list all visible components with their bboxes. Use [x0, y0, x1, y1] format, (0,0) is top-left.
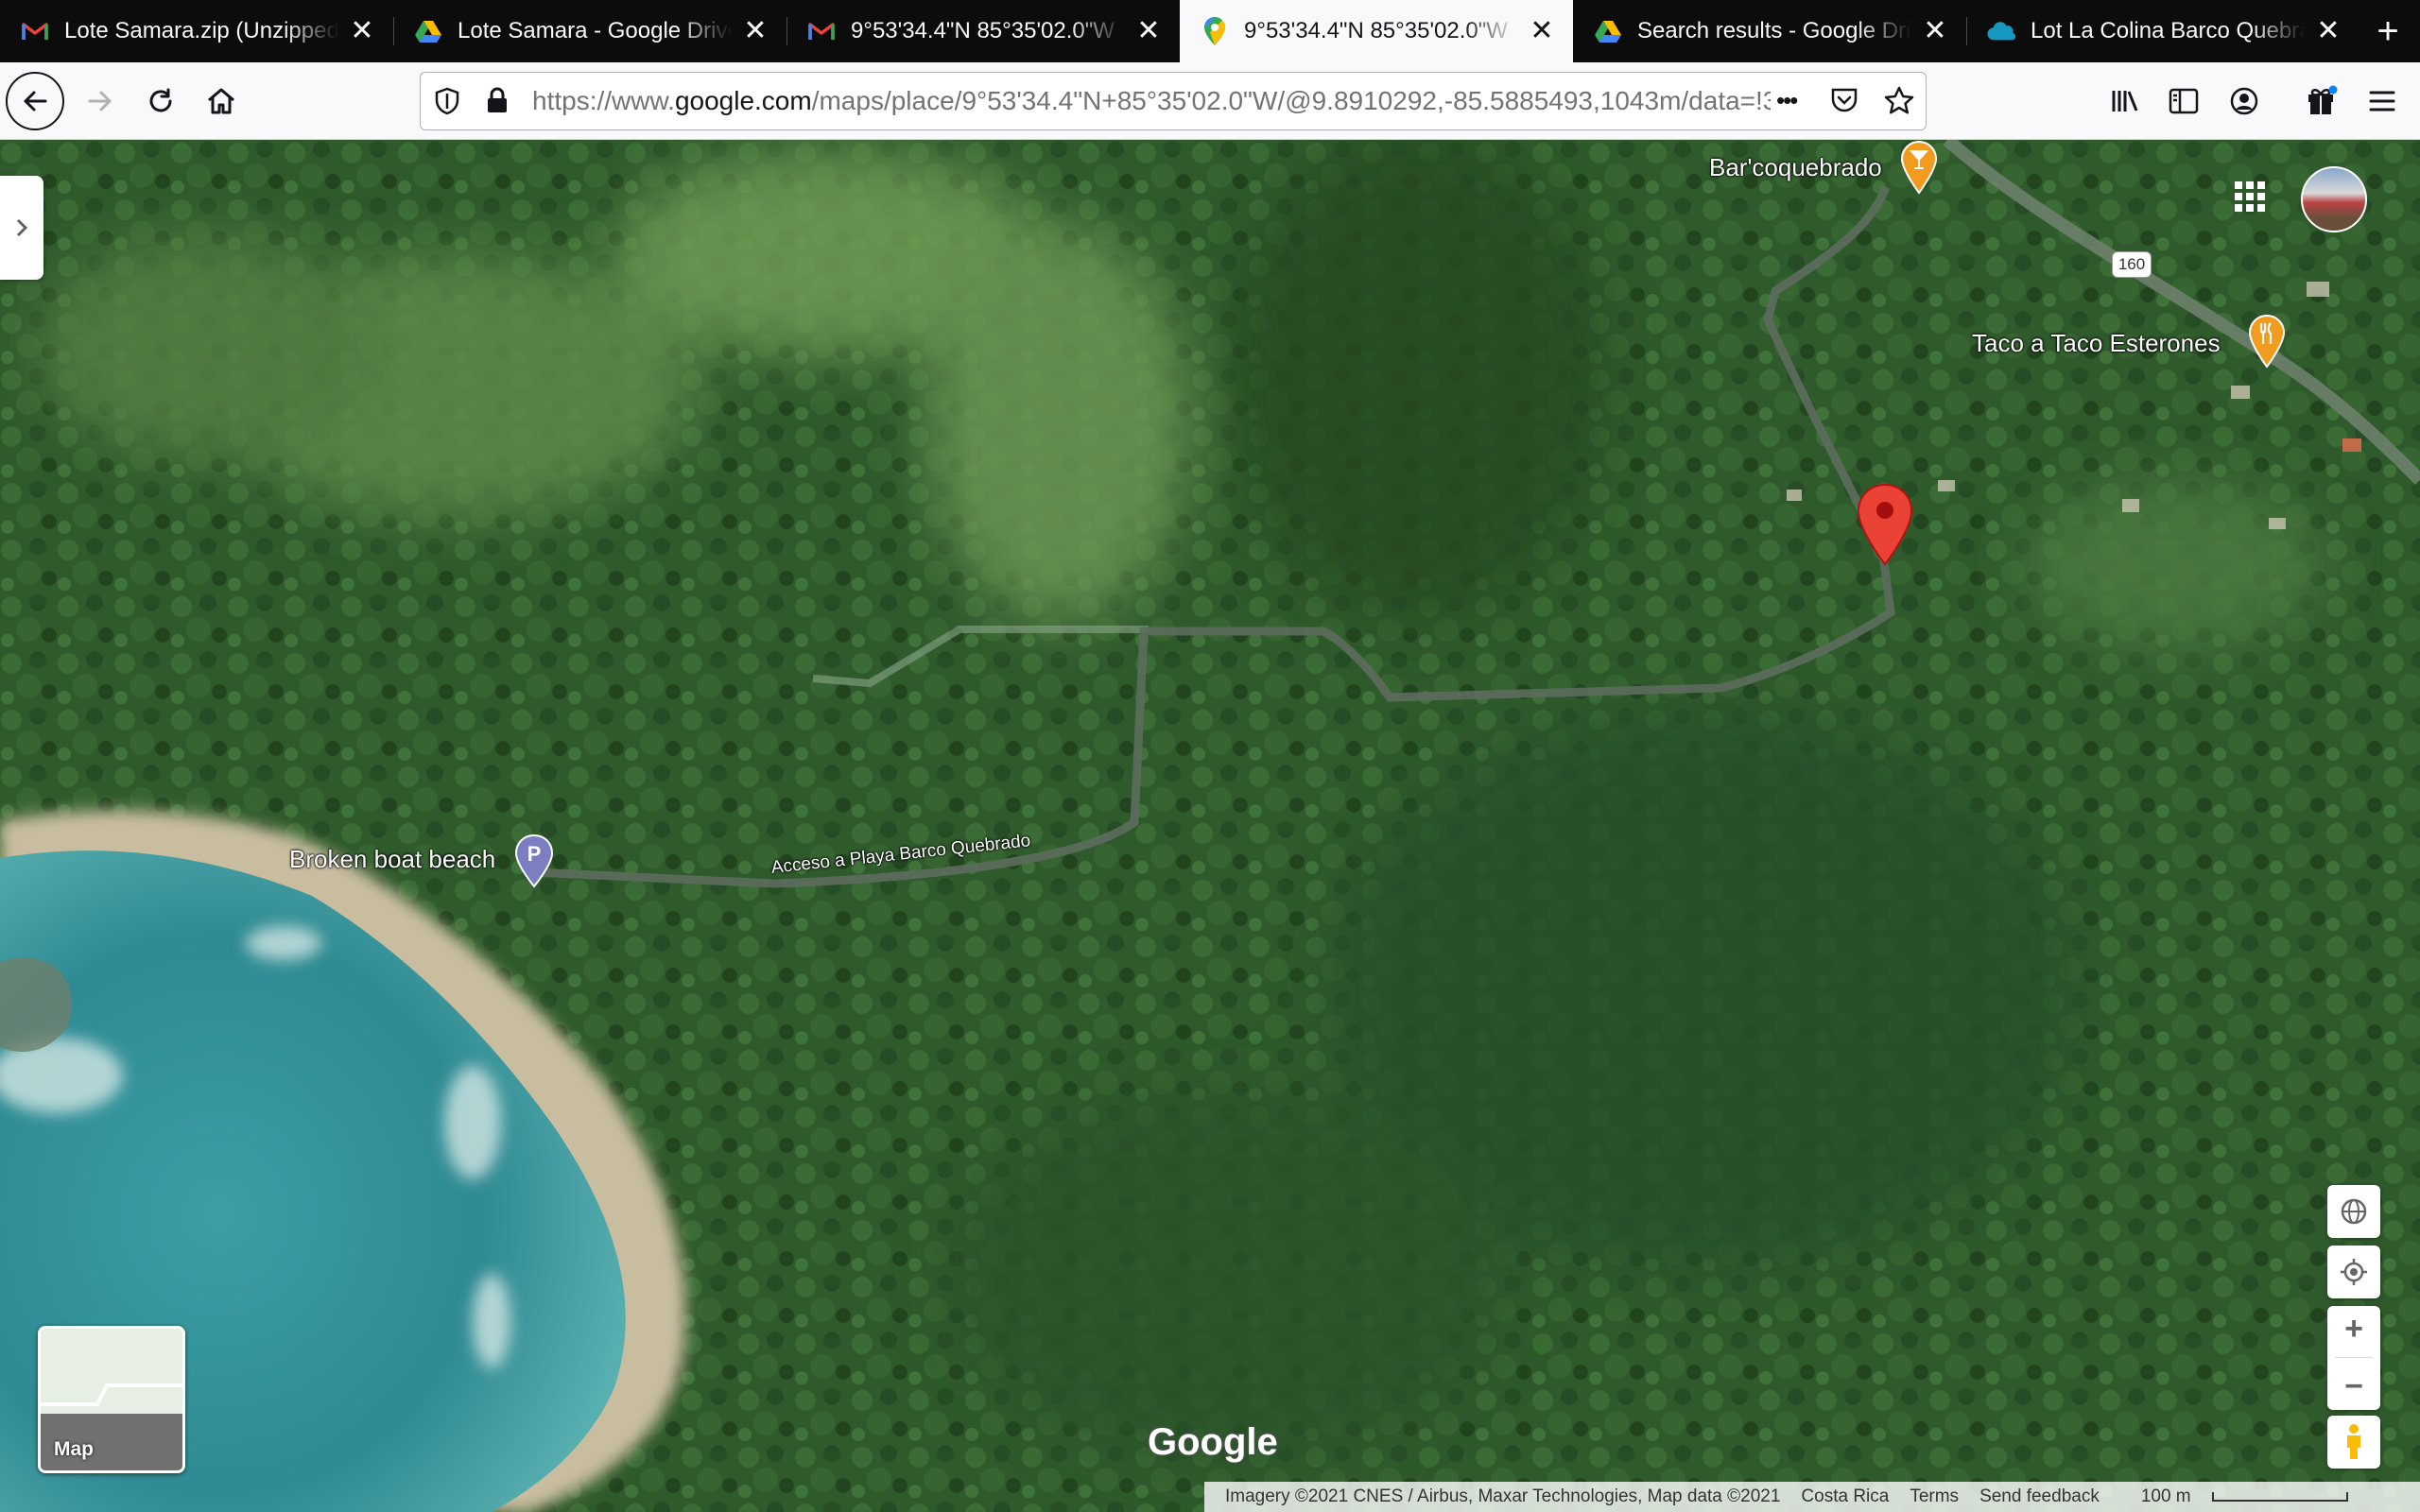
url-prefix: https://www.	[532, 86, 675, 115]
globe-view-button[interactable]	[2327, 1185, 2380, 1238]
chevron-right-icon	[16, 218, 28, 237]
tab-title: 9°53'34.4"N 85°35'02.0"W	[851, 18, 1115, 43]
zoom-controls: + −	[2327, 1306, 2380, 1410]
sidebar-icon	[2169, 88, 2199, 114]
cloud-icon	[1987, 17, 2015, 45]
poi-label-taco[interactable]: Taco a Taco Esterones	[1972, 329, 2221, 358]
restaurant-poi-pin[interactable]	[2248, 314, 2286, 373]
tab-drive-lote[interactable]: Lote Samara - Google Drive ✕	[393, 0, 786, 62]
scale-indicator[interactable]: 100 m	[2120, 1486, 2348, 1507]
maps-icon	[1201, 17, 1229, 45]
pocket-icon[interactable]	[1829, 86, 1859, 119]
scale-bar	[2211, 1491, 2348, 1502]
bar-poi-pin[interactable]	[1900, 140, 1938, 199]
forward-button[interactable]	[76, 77, 125, 126]
navigation-toolbar: https://www.google.com/maps/place/9°53'3…	[0, 62, 2420, 140]
tab-gmail-zip[interactable]: Lote Samara.zip (Unzipped Files) ✕	[0, 0, 393, 62]
google-apps-button[interactable]	[2231, 178, 2273, 219]
address-bar[interactable]: https://www.google.com/maps/place/9°53'3…	[420, 72, 1927, 130]
side-panel-toggle[interactable]	[0, 176, 43, 280]
parking-glyph: P	[527, 842, 542, 866]
poi-label-beach[interactable]: Broken boat beach	[289, 845, 495, 874]
tab-title: Lote Samara - Google Drive	[458, 18, 732, 43]
close-tab-icon[interactable]: ✕	[2314, 17, 2342, 45]
url-path: /maps/place/9°53'34.4"N+85°35'02.0"W/@9.…	[811, 86, 1771, 115]
google-logo: Google	[1148, 1421, 1278, 1463]
dropped-location-pin[interactable]	[1855, 482, 1915, 572]
send-feedback-link[interactable]: Send feedback	[1979, 1486, 2100, 1507]
back-button[interactable]	[6, 72, 64, 130]
account-button[interactable]	[2220, 77, 2269, 126]
avatar[interactable]	[2301, 166, 2367, 232]
terms-link[interactable]: Terms	[1910, 1486, 1959, 1507]
url-text[interactable]: https://www.google.com/maps/place/9°53'3…	[532, 73, 1771, 129]
app-menu-button[interactable]	[2358, 77, 2407, 126]
tab-strip: Lote Samara.zip (Unzipped Files) ✕ Lote …	[0, 0, 2420, 62]
gmail-icon	[21, 17, 49, 45]
close-tab-icon[interactable]: ✕	[348, 17, 376, 45]
library-button[interactable]	[2100, 77, 2150, 126]
reload-icon	[149, 88, 172, 112]
region-link[interactable]: Costa Rica	[1801, 1486, 1889, 1507]
new-tab-button[interactable]: +	[2360, 0, 2416, 62]
arrow-right-icon	[88, 91, 112, 112]
tab-gmail-coords[interactable]: 9°53'34.4"N 85°35'02.0"W ✕	[786, 0, 1180, 62]
layer-toggle-label: Map	[54, 1438, 94, 1460]
lock-icon[interactable]	[485, 86, 510, 119]
tab-title: Search results - Google Drive	[1637, 18, 1911, 43]
close-tab-icon[interactable]: ✕	[1921, 17, 1949, 45]
whats-new-button[interactable]	[2297, 77, 2346, 126]
bookmark-star-icon[interactable]	[1884, 86, 1914, 119]
zoom-divider	[2335, 1357, 2373, 1359]
sidebar-button[interactable]	[2159, 77, 2208, 126]
arrow-left-icon	[24, 91, 47, 112]
satellite-map[interactable]: Acceso a Playa Barco Quebrado Bar'coqueb…	[0, 140, 2420, 1512]
zoom-in-button[interactable]: +	[2344, 1311, 2363, 1348]
library-icon	[2112, 91, 2138, 112]
close-tab-icon[interactable]: ✕	[741, 17, 769, 45]
hamburger-menu-icon	[2369, 91, 2395, 112]
url-host: google.com	[674, 86, 812, 115]
route-shield: 160	[2112, 251, 2152, 278]
map-layer-toggle[interactable]: Map	[38, 1326, 185, 1473]
close-tab-icon[interactable]: ✕	[1134, 17, 1163, 45]
pegman-icon	[2347, 1424, 2360, 1459]
tab-title: Lote Samara.zip (Unzipped Files)	[64, 18, 338, 43]
crosshair-location-icon	[2341, 1259, 2367, 1285]
drive-icon	[414, 17, 442, 45]
globe-icon	[2341, 1198, 2367, 1225]
close-tab-icon[interactable]: ✕	[1528, 17, 1556, 45]
parking-poi-pin[interactable]: P	[514, 833, 554, 893]
tab-maps-active[interactable]: 9°53'34.4"N 85°35'02.0"W ✕	[1180, 0, 1573, 62]
map-footer: Imagery ©2021 CNES / Airbus, Maxar Techn…	[1204, 1482, 2420, 1512]
tab-title: Lot La Colina Barco Quebrado	[2031, 18, 2305, 43]
account-icon	[2230, 87, 2258, 115]
my-location-button[interactable]	[2327, 1246, 2380, 1298]
gmail-icon	[807, 17, 836, 45]
tracking-shield-icon[interactable]	[434, 87, 460, 120]
home-button[interactable]	[197, 77, 246, 126]
tab-lot-colina[interactable]: Lot La Colina Barco Quebrado ✕	[1966, 0, 2360, 62]
gift-icon	[2308, 85, 2338, 114]
pegman-street-view[interactable]	[2327, 1416, 2380, 1469]
apps-grid-icon	[2235, 181, 2265, 212]
drive-icon	[1594, 17, 1622, 45]
tab-title: 9°53'34.4"N 85°35'02.0"W	[1244, 18, 1508, 43]
poi-label-bar[interactable]: Bar'coquebrado	[1709, 153, 1882, 182]
zoom-out-button[interactable]: −	[2344, 1368, 2363, 1405]
scale-label: 100 m	[2140, 1486, 2191, 1506]
page-actions-more-icon[interactable]: •••	[1776, 86, 1798, 115]
home-icon	[208, 88, 234, 114]
imagery-attribution: Imagery ©2021 CNES / Airbus, Maxar Techn…	[1225, 1486, 1781, 1506]
reload-button[interactable]	[136, 77, 185, 126]
tab-drive-search[interactable]: Search results - Google Drive ✕	[1573, 0, 1966, 62]
